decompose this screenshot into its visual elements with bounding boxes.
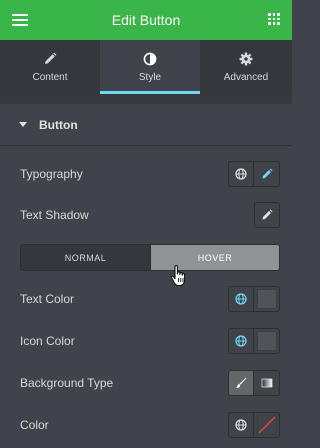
background-type-label: Background Type <box>20 376 114 390</box>
gear-icon <box>239 51 253 67</box>
tab-advanced[interactable]: Advanced <box>200 40 292 94</box>
color-globals-button[interactable] <box>228 412 254 438</box>
globe-icon <box>235 419 247 431</box>
pencil-icon <box>43 51 57 67</box>
text-color-picker[interactable] <box>254 286 280 312</box>
background-type-gradient-button[interactable] <box>254 370 280 396</box>
color-picker[interactable] <box>254 412 280 438</box>
globe-icon <box>235 335 247 347</box>
text-color-control: Text Color <box>20 285 280 313</box>
icon-color-picker[interactable] <box>254 328 280 354</box>
tab-normal[interactable]: NORMAL <box>21 245 150 270</box>
hamburger-menu-icon[interactable] <box>12 12 28 28</box>
color-swatch <box>256 331 277 351</box>
state-toggle: NORMAL HOVER <box>20 244 280 271</box>
tabs-divider <box>0 94 292 104</box>
no-color-icon <box>256 415 277 435</box>
typography-globals-button[interactable] <box>228 161 254 187</box>
icon-color-globals-button[interactable] <box>228 328 254 354</box>
pencil-icon <box>262 168 272 179</box>
text-color-globals-button[interactable] <box>228 286 254 312</box>
tab-content[interactable]: Content <box>0 40 100 94</box>
typography-label: Typography <box>20 167 83 181</box>
color-swatch <box>256 289 277 309</box>
tab-advanced-label: Advanced <box>223 72 269 83</box>
tab-style-label: Style <box>138 72 162 83</box>
globe-icon <box>235 168 247 180</box>
paint-brush-icon <box>236 377 247 389</box>
tab-style[interactable]: Style <box>100 40 200 94</box>
caret-down-icon <box>19 122 27 127</box>
typography-edit-button[interactable] <box>254 161 280 187</box>
pencil-icon <box>262 209 273 220</box>
text-shadow-edit-button[interactable] <box>254 202 280 228</box>
typography-control: Typography <box>20 160 280 188</box>
background-type-control: Background Type <box>20 369 280 397</box>
widgets-grid-icon[interactable] <box>268 13 280 25</box>
text-shadow-control: Text Shadow <box>20 201 280 229</box>
text-color-label: Text Color <box>20 292 75 306</box>
background-type-classic-button[interactable] <box>228 370 254 396</box>
tab-content-label: Content <box>32 72 68 83</box>
half-circle-contrast-icon <box>143 51 157 67</box>
panel-title: Edit Button <box>111 12 181 28</box>
panel-header: Edit Button <box>0 0 292 40</box>
color-label: Color <box>20 418 49 432</box>
section-button-toggle[interactable]: Button <box>0 104 292 146</box>
text-shadow-label: Text Shadow <box>20 208 89 222</box>
section-title: Button <box>39 117 78 132</box>
color-control: Color <box>20 411 280 439</box>
panel-tabs: Content Style Advanced <box>0 40 292 94</box>
icon-color-control: Icon Color <box>20 327 280 355</box>
gradient-icon <box>261 378 272 388</box>
globe-icon <box>235 293 247 305</box>
icon-color-label: Icon Color <box>20 334 75 348</box>
